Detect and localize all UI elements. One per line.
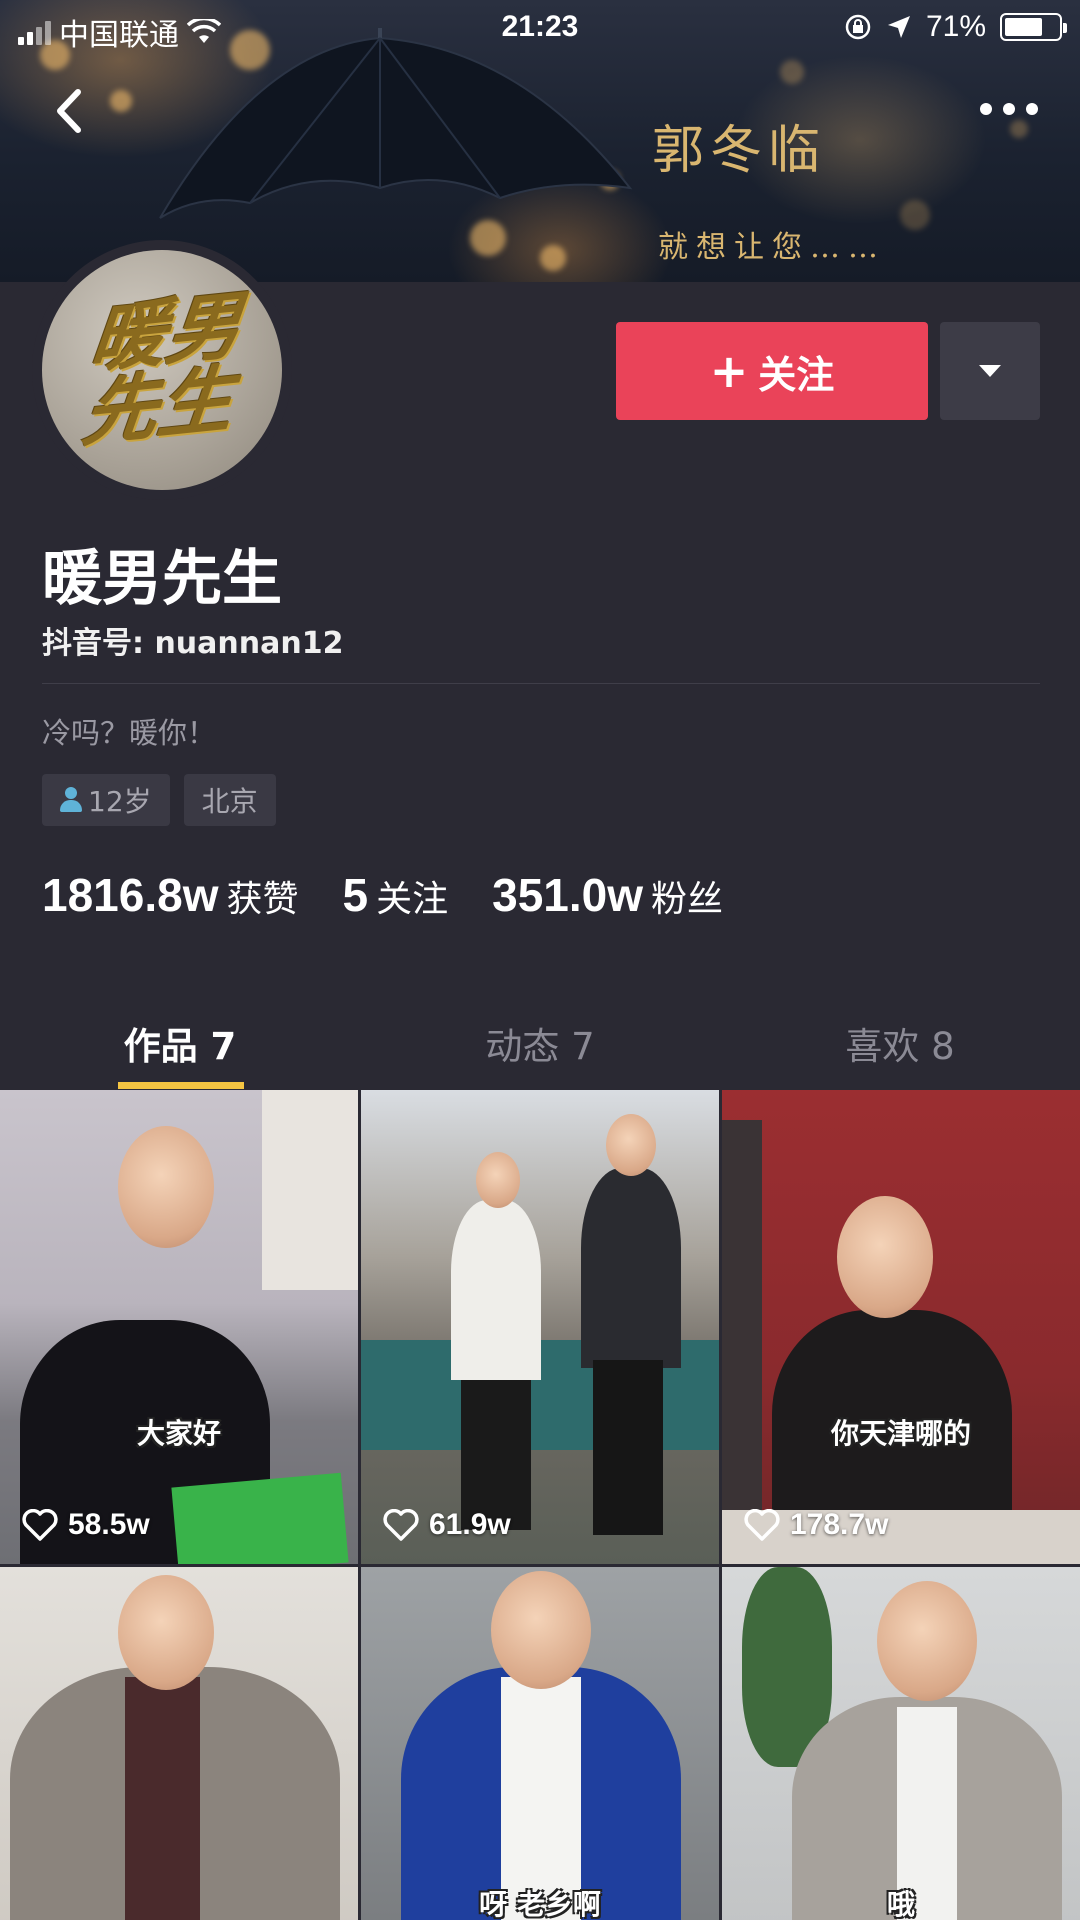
video-thumbnail[interactable]: 你天津哪的 178.7w: [722, 1090, 1080, 1564]
follow-button[interactable]: + 关注: [616, 322, 928, 420]
banner-subtitle: 就想让您……: [658, 230, 886, 265]
divider: [42, 683, 1040, 684]
heart-icon: [744, 1509, 780, 1541]
video-caption: 呀 老乡啊: [479, 1888, 601, 1920]
video-likes: 58.5w: [22, 1508, 150, 1542]
back-arrow-icon[interactable]: [48, 84, 92, 138]
rotation-lock-icon: [845, 14, 871, 40]
video-caption: 大家好: [136, 1417, 221, 1450]
caret-down-icon: [979, 365, 1001, 377]
avatar-logo-text: 暖男先生: [78, 282, 246, 458]
more-dots-icon[interactable]: [980, 94, 1038, 124]
profile-stats: 1816.8w 获赞 5 关注 351.0w 粉丝: [42, 868, 723, 922]
video-caption: 哦: [886, 1888, 915, 1920]
tab-moments[interactable]: 动态 7: [360, 1000, 720, 1090]
video-likes: 178.7w: [744, 1508, 888, 1542]
age-tag: 12岁: [42, 774, 170, 826]
douyin-id: 抖音号: nuannan12: [42, 626, 344, 661]
avatar[interactable]: 暖男先生: [32, 240, 292, 500]
recommend-dropdown-button[interactable]: [940, 322, 1040, 420]
heart-icon: [383, 1509, 419, 1541]
video-grid: 大家好 58.5w 61.9w 你天津哪的 178.7w 呀 老乡啊 哦: [0, 1090, 1080, 1920]
video-thumbnail[interactable]: 大家好 58.5w: [0, 1090, 358, 1564]
umbrella-image: [159, 28, 633, 219]
tab-indicator: [118, 1082, 244, 1089]
tab-works[interactable]: 作品 7: [0, 1000, 360, 1090]
battery-percent: 71%: [925, 10, 986, 43]
video-caption: 你天津哪的: [830, 1417, 971, 1450]
video-thumbnail[interactable]: 呀 老乡啊: [361, 1567, 719, 1920]
location-arrow-icon: [887, 16, 910, 38]
profile-bio: 冷吗？暖你！: [42, 716, 217, 750]
stat-followers[interactable]: 351.0w 粉丝: [492, 868, 723, 922]
tab-likes[interactable]: 喜欢 8: [720, 1000, 1080, 1090]
video-likes: 61.9w: [383, 1508, 511, 1542]
status-bar: 中国联通 21:23 71%: [0, 0, 1080, 54]
video-thumbnail[interactable]: 61.9w: [361, 1090, 719, 1564]
video-thumbnail[interactable]: 哦: [722, 1567, 1080, 1920]
profile-name: 暖男先生: [42, 544, 282, 614]
stat-following[interactable]: 5 关注: [343, 868, 449, 922]
banner-title: 郭冬临: [652, 121, 827, 181]
battery-level: [1005, 18, 1042, 36]
battery-icon: [1000, 13, 1067, 41]
location-tag: 北京: [183, 774, 276, 826]
profile-tags: 12岁 北京: [42, 774, 276, 826]
heart-icon: [22, 1509, 58, 1541]
plus-icon: +: [709, 344, 749, 398]
stat-likes: 1816.8w 获赞: [42, 869, 299, 921]
person-icon: [60, 787, 82, 813]
video-thumbnail[interactable]: [0, 1567, 358, 1920]
content-tabs: 作品 7 动态 7 喜欢 8: [0, 1000, 1080, 1090]
follow-button-label: 关注: [758, 352, 835, 397]
